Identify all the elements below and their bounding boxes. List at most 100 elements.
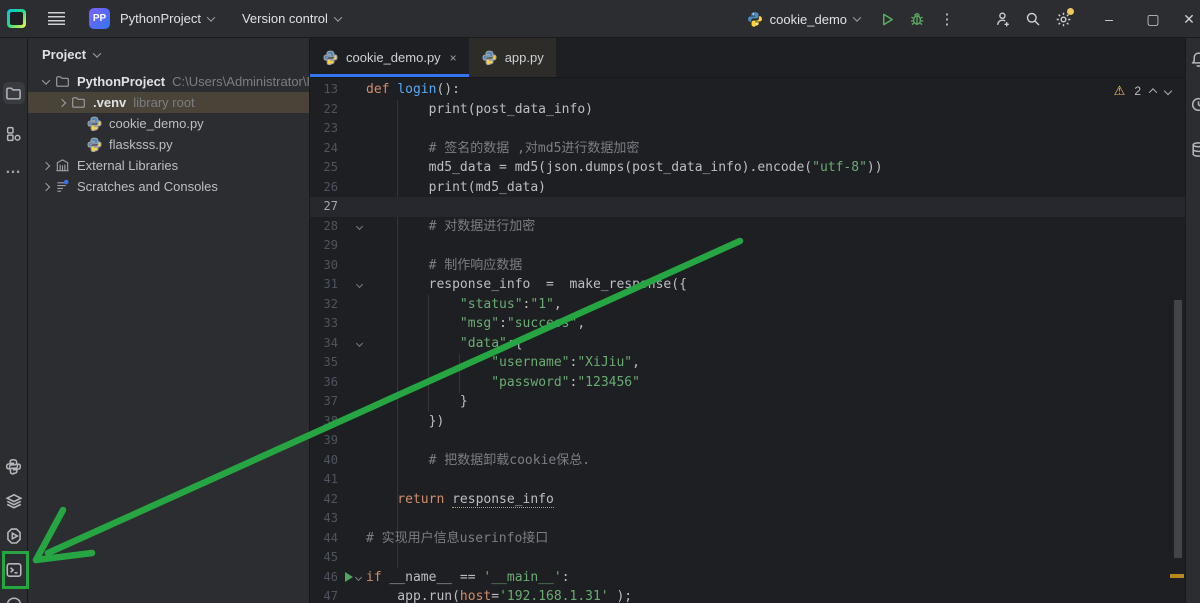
code-line-34[interactable]: 34 "data":{	[310, 334, 1185, 354]
code-line-43[interactable]: 43	[310, 509, 1185, 529]
tab-cookie_demo-py[interactable]: cookie_demo.py ×	[310, 38, 469, 77]
tree-item-scratches-and-consoles[interactable]: Scratches and Consoles	[28, 176, 309, 197]
gutter	[342, 451, 366, 471]
fold-icon[interactable]	[355, 222, 364, 230]
services-icon[interactable]	[3, 490, 25, 512]
hamburger-icon[interactable]	[48, 12, 65, 25]
settings-notification-dot	[1067, 8, 1074, 15]
more-tool-windows-icon[interactable]: …	[3, 158, 25, 180]
project-name-button[interactable]: PythonProject	[120, 11, 216, 26]
database-icon[interactable]	[1186, 138, 1200, 160]
fold-icon[interactable]	[355, 281, 364, 289]
code-line-23[interactable]: 23	[310, 119, 1185, 139]
tree-item-flasksss-py[interactable]: flasksss.py	[28, 134, 309, 155]
code-line-33[interactable]: 33 "msg":"success",	[310, 314, 1185, 334]
code-line-42[interactable]: 42 return response_info	[310, 490, 1185, 510]
python-packages-icon[interactable]	[3, 455, 25, 477]
annotation-highlight-box	[2, 551, 29, 589]
code-text: "data":{	[459, 335, 523, 351]
vcs-button[interactable]: Version control	[242, 11, 343, 26]
code-line-27[interactable]: 27	[310, 197, 1185, 217]
next-warning-button[interactable]	[1163, 86, 1173, 96]
code-line-47[interactable]: 47 app.run(host='192.168.1.31' );	[310, 587, 1185, 603]
code-line-44[interactable]: 44 # 实现用户信息userinfo接口	[310, 529, 1185, 549]
code-line-37[interactable]: 37 }	[310, 392, 1185, 412]
run-line-icon[interactable]	[345, 572, 353, 583]
pycharm-window: PP PythonProject Version control cookie_…	[0, 0, 1200, 603]
tree-item-suffix: library root	[133, 95, 195, 110]
run-button[interactable]	[872, 4, 902, 34]
bell-icon[interactable]	[1186, 48, 1200, 70]
code-text: if __name__ == '__main__':	[366, 569, 570, 585]
gutter	[342, 275, 366, 295]
chevron-down-icon	[333, 12, 343, 22]
code-text: # 对数据进行加密	[366, 218, 536, 234]
fold-icon[interactable]	[354, 573, 363, 581]
code-line-40[interactable]: 40 # 把数据卸载cookie保总.	[310, 451, 1185, 471]
line-number: 30	[323, 257, 338, 272]
line-number: 32	[323, 296, 338, 311]
code-line-38[interactable]: 38 })	[310, 412, 1185, 432]
code-line-41[interactable]: 41	[310, 470, 1185, 490]
chevron-right-icon	[41, 161, 51, 170]
code-line-39[interactable]: 39	[310, 431, 1185, 451]
gutter	[342, 548, 366, 568]
tab-label: cookie_demo.py	[346, 50, 441, 65]
library-icon	[54, 158, 71, 174]
tree-item--venv[interactable]: .venv library root	[28, 92, 309, 113]
code-line-29[interactable]: 29	[310, 236, 1185, 256]
code-line-45[interactable]: 45	[310, 548, 1185, 568]
folder-icon	[54, 74, 71, 90]
code-line-25[interactable]: 25 md5_data = md5(json.dumps(post_data_i…	[310, 158, 1185, 178]
tree-toggle[interactable]	[54, 98, 70, 107]
tree-item-external-libraries[interactable]: External Libraries	[28, 155, 309, 176]
minimize-button[interactable]: –	[1092, 11, 1126, 27]
kebab-menu-icon[interactable]: ⋮	[932, 4, 962, 34]
ai-assistant-icon[interactable]	[1186, 93, 1200, 115]
gutter	[342, 529, 366, 549]
warning-stripe-mark[interactable]	[1170, 574, 1184, 578]
inspections-widget[interactable]: ⚠ 2	[1114, 83, 1173, 99]
line-number: 34	[323, 335, 338, 350]
project-badge[interactable]: PP	[89, 8, 110, 29]
line-number: 44	[323, 530, 338, 545]
tree-item-cookie-demo-py[interactable]: cookie_demo.py	[28, 113, 309, 134]
code-area[interactable]: 13 def login(): 22 print(post_data_info) 23…	[310, 78, 1185, 603]
tree-toggle[interactable]	[38, 182, 54, 191]
tree-item-pythonproject[interactable]: PythonProject C:\Users\Administrator\Pych…	[28, 71, 309, 92]
code-line-13[interactable]: 13 def login():	[310, 80, 1185, 100]
run-config-selector[interactable]: cookie_demo	[747, 11, 862, 27]
structure-icon[interactable]	[3, 122, 25, 144]
maximize-button[interactable]: ▢	[1136, 11, 1170, 28]
code-line-31[interactable]: 31 response_info = make_response({	[310, 275, 1185, 295]
code-line-36[interactable]: 36 "password":"123456"	[310, 373, 1185, 393]
code-text: def login():	[366, 82, 460, 97]
problems-icon[interactable]	[3, 594, 25, 603]
code-line-22[interactable]: 22 print(post_data_info)	[310, 100, 1185, 120]
run-hexagon-icon[interactable]	[3, 525, 25, 547]
code-line-28[interactable]: 28 # 对数据进行加密	[310, 217, 1185, 237]
python-icon	[322, 50, 339, 66]
project-folder-icon[interactable]	[2, 82, 25, 104]
close-button[interactable]: ✕	[1178, 11, 1200, 28]
tree-toggle[interactable]	[38, 161, 54, 170]
code-line-46[interactable]: 46 if __name__ == '__main__':	[310, 568, 1185, 588]
debug-button[interactable]	[902, 4, 932, 34]
code-with-me-icon[interactable]	[988, 4, 1018, 34]
code-line-24[interactable]: 24 # 签名的数据 ,对md5进行数据加密	[310, 139, 1185, 159]
code-line-35[interactable]: 35 "username":"XiJiu",	[310, 353, 1185, 373]
project-panel-header[interactable]: Project	[28, 38, 309, 71]
code-line-26[interactable]: 26 print(md5_data)	[310, 178, 1185, 198]
line-number: 29	[323, 238, 338, 252]
fold-icon[interactable]	[355, 339, 364, 347]
settings-icon[interactable]	[1048, 4, 1078, 34]
code-line-32[interactable]: 32 "status":"1",	[310, 295, 1185, 315]
editor-scrollbar[interactable]	[1174, 300, 1182, 558]
code-line-30[interactable]: 30 # 制作响应数据	[310, 256, 1185, 276]
close-tab-icon[interactable]: ×	[450, 51, 457, 65]
tree-toggle[interactable]	[38, 75, 54, 85]
line-number: 26	[323, 179, 338, 194]
tab-app-py[interactable]: app.py	[468, 38, 556, 77]
search-icon[interactable]	[1018, 4, 1048, 34]
prev-warning-button[interactable]	[1148, 88, 1158, 97]
